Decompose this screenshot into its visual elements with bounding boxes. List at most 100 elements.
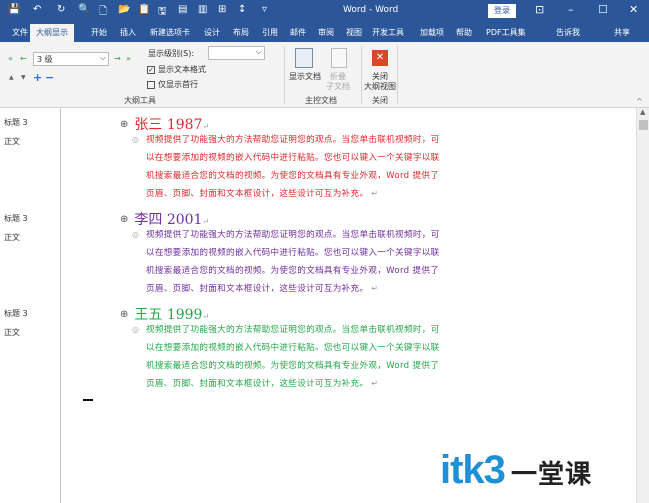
chevron-down-icon: ⌵ (255, 47, 262, 56)
expand-heading-icon[interactable]: ⊕ (120, 214, 128, 225)
body-bullet-icon: ◎ (132, 230, 140, 239)
group-label-outline-tools: 大纲工具 (124, 96, 156, 105)
move-down-icon[interactable]: ▼ (21, 74, 26, 81)
body-line: 页眉、页脚、封面和文本框设计，这些设计可互为补充。 ↵ (146, 189, 379, 199)
expand-heading-icon[interactable]: ⊕ (120, 309, 128, 320)
title-bar: 💾 ↶ ↻ 🔍 🗋 📂 📋 🖫 ▤ ▥ ⊞ ↕ ▿ Word - Word 登录 ⊡ – ☐ ✕ (0, 0, 649, 22)
tab-7[interactable]: 引用 (262, 27, 278, 38)
tab-11[interactable]: 开发工具 (372, 27, 404, 38)
scroll-up-icon[interactable]: ▲ (640, 108, 645, 116)
spacing-icon[interactable]: ↕ (238, 4, 246, 15)
close-outline-view-icon: ✕ (372, 50, 388, 66)
tab-16[interactable]: 共享 (614, 27, 630, 38)
group-label-close: 关闭 (372, 96, 388, 105)
document-area[interactable]: ⊕ 张三 1987↵ ◎ 视频提供了功能强大的方法帮助您证明您的观点。当您单击联机视频… (62, 108, 636, 503)
promote-to-heading1-icon[interactable]: « (8, 54, 13, 63)
group-label-master-document: 主控文档 (305, 96, 337, 105)
watermark-logo: itk3 一堂课 (440, 448, 592, 492)
body-line: 机搜索最适合您的文档的视频。为使您的文档具有专业外观，Word 提供了 (146, 361, 440, 371)
save-icon[interactable]: 💾 (8, 4, 20, 15)
print-preview-icon[interactable]: 🔍 (78, 4, 90, 15)
style-label-body: 正文 (4, 328, 20, 337)
expand-heading-icon[interactable]: ⊕ (120, 119, 128, 130)
body-bullet-icon: ◎ (132, 135, 140, 144)
body-line: 机搜索最适合您的文档的视频。为使您的文档具有专业外观，Word 提供了 (146, 171, 440, 181)
page-icon[interactable]: ▤ (178, 4, 187, 15)
body-line: 视频提供了功能强大的方法帮助您证明您的观点。当您单击联机视频时，可 (146, 135, 440, 145)
end-of-document-marker (83, 399, 93, 401)
paragraph-mark-icon: ↵ (202, 217, 210, 226)
chevron-down-icon: ⌵ (99, 53, 106, 62)
tab-2[interactable]: 开始 (91, 27, 107, 38)
show-level-label: 显示级别(S): (148, 49, 195, 58)
tab-12[interactable]: 加载项 (420, 27, 444, 38)
tab-9[interactable]: 审阅 (318, 27, 334, 38)
show-document-button[interactable]: 显示文档 (289, 71, 321, 82)
collapse-subdocuments-icon (331, 48, 347, 68)
paragraph-mark-icon: ↵ (368, 379, 379, 388)
body-bullet-icon: ◎ (132, 325, 140, 334)
body-line: 以在想要添加的视频的嵌入代码中进行粘贴。您也可以键入一个关键字以联 (146, 153, 440, 163)
table-icon[interactable]: ▥ (198, 4, 207, 15)
first-line-only-checkbox[interactable]: 仅显示首行 (147, 79, 198, 90)
style-area-pane: 标题 3 正文 标题 3 正文 标题 3 正文 (0, 108, 61, 503)
tab-5[interactable]: 设计 (204, 27, 220, 38)
move-up-icon[interactable]: ▲ (9, 74, 14, 81)
redo-icon[interactable]: ↻ (57, 4, 65, 15)
paste-icon[interactable]: 📋 (138, 4, 150, 15)
tab-6[interactable]: 布局 (233, 27, 249, 38)
close-button[interactable]: ✕ (629, 3, 638, 16)
style-label-heading: 标题 3 (4, 118, 28, 127)
style-label-body: 正文 (4, 137, 20, 146)
body-line: 以在想要添加的视频的嵌入代码中进行粘贴。您也可以键入一个关键字以联 (146, 343, 440, 353)
tab-1[interactable]: 大纲显示 (30, 24, 74, 42)
login-button[interactable]: 登录 (488, 4, 516, 18)
new-icon[interactable]: 🗋 (99, 4, 107, 21)
minimize-button[interactable]: – (568, 3, 574, 16)
tab-8[interactable]: 邮件 (290, 27, 306, 38)
window-title: Word - Word (343, 5, 399, 15)
collapse-ribbon-icon[interactable]: ^ (636, 97, 643, 106)
show-document-icon (295, 48, 313, 68)
style-label-body: 正文 (4, 233, 20, 242)
tab-0[interactable]: 文件 (12, 27, 28, 38)
demote-icon[interactable]: → (114, 54, 121, 63)
promote-icon[interactable]: ← (20, 54, 27, 63)
expand-icon[interactable]: + (33, 71, 42, 84)
show-level-select[interactable]: ⌵ (208, 46, 265, 60)
tab-15[interactable]: 告诉我 (556, 27, 580, 38)
columns-icon[interactable]: ⊞ (218, 4, 226, 15)
body-line: 页眉、页脚、封面和文本框设计，这些设计可互为补充。 ↵ (146, 284, 379, 294)
tab-10[interactable]: 视图 (346, 27, 362, 38)
customize-icon[interactable]: ▿ (262, 4, 267, 15)
show-text-format-checkbox[interactable]: ✓ 显示文本格式 (147, 64, 206, 75)
undo-icon[interactable]: ↶ (33, 4, 41, 15)
body-line: 以在想要添加的视频的嵌入代码中进行粘贴。您也可以键入一个关键字以联 (146, 248, 440, 258)
maximize-button[interactable]: ☐ (598, 3, 608, 16)
tab-13[interactable]: 帮助 (456, 27, 472, 38)
paragraph-mark-icon: ↵ (202, 312, 210, 321)
paragraph-mark-icon: ↵ (202, 122, 210, 131)
outline-level-select[interactable]: 3 级 ⌵ (33, 52, 109, 66)
style-label-heading: 标题 3 (4, 309, 28, 318)
outline-body-text[interactable]: ◎ 视频提供了功能强大的方法帮助您证明您的观点。当您单击联机视频时，可 以在想要添加… (132, 131, 466, 203)
vertical-scrollbar[interactable]: ▲ (636, 108, 649, 503)
body-line: 机搜索最适合您的文档的视频。为使您的文档具有专业外观，Word 提供了 (146, 266, 440, 276)
checkbox-checked-icon: ✓ (147, 65, 155, 74)
tab-4[interactable]: 新建选项卡 (150, 27, 190, 38)
collapse-icon[interactable]: − (45, 71, 54, 84)
tab-3[interactable]: 插入 (120, 27, 136, 38)
open-icon[interactable]: 📂 (118, 4, 130, 15)
format-icon[interactable]: 🖫 (158, 4, 167, 21)
ribbon-display-options-icon[interactable]: ⊡ (535, 3, 544, 16)
style-label-heading: 标题 3 (4, 214, 28, 223)
ribbon-tabs: 文件 大纲显示 开始 插入 新建选项卡 设计 布局 引用 邮件 审阅 视图 开发工具 加载项 帮助 PDF工… (0, 22, 649, 42)
demote-to-body-icon[interactable]: » (126, 54, 131, 63)
outline-body-text[interactable]: ◎ 视频提供了功能强大的方法帮助您证明您的观点。当您单击联机视频时，可 以在想要添加… (132, 321, 466, 393)
ribbon: « ← 3 级 ⌵ → » ▲ ▼ + − 显示级别(S): ⌵ ✓ 显示文本格式… (0, 42, 649, 108)
tab-14[interactable]: PDF工具集 (486, 27, 526, 38)
paragraph-mark-icon: ↵ (368, 189, 379, 198)
outline-body-text[interactable]: ◎ 视频提供了功能强大的方法帮助您证明您的观点。当您单击联机视频时，可 以在想要添加… (132, 226, 466, 298)
body-line: 页眉、页脚、封面和文本框设计，这些设计可互为补充。 ↵ (146, 379, 379, 389)
scrollbar-thumb[interactable] (639, 120, 648, 130)
